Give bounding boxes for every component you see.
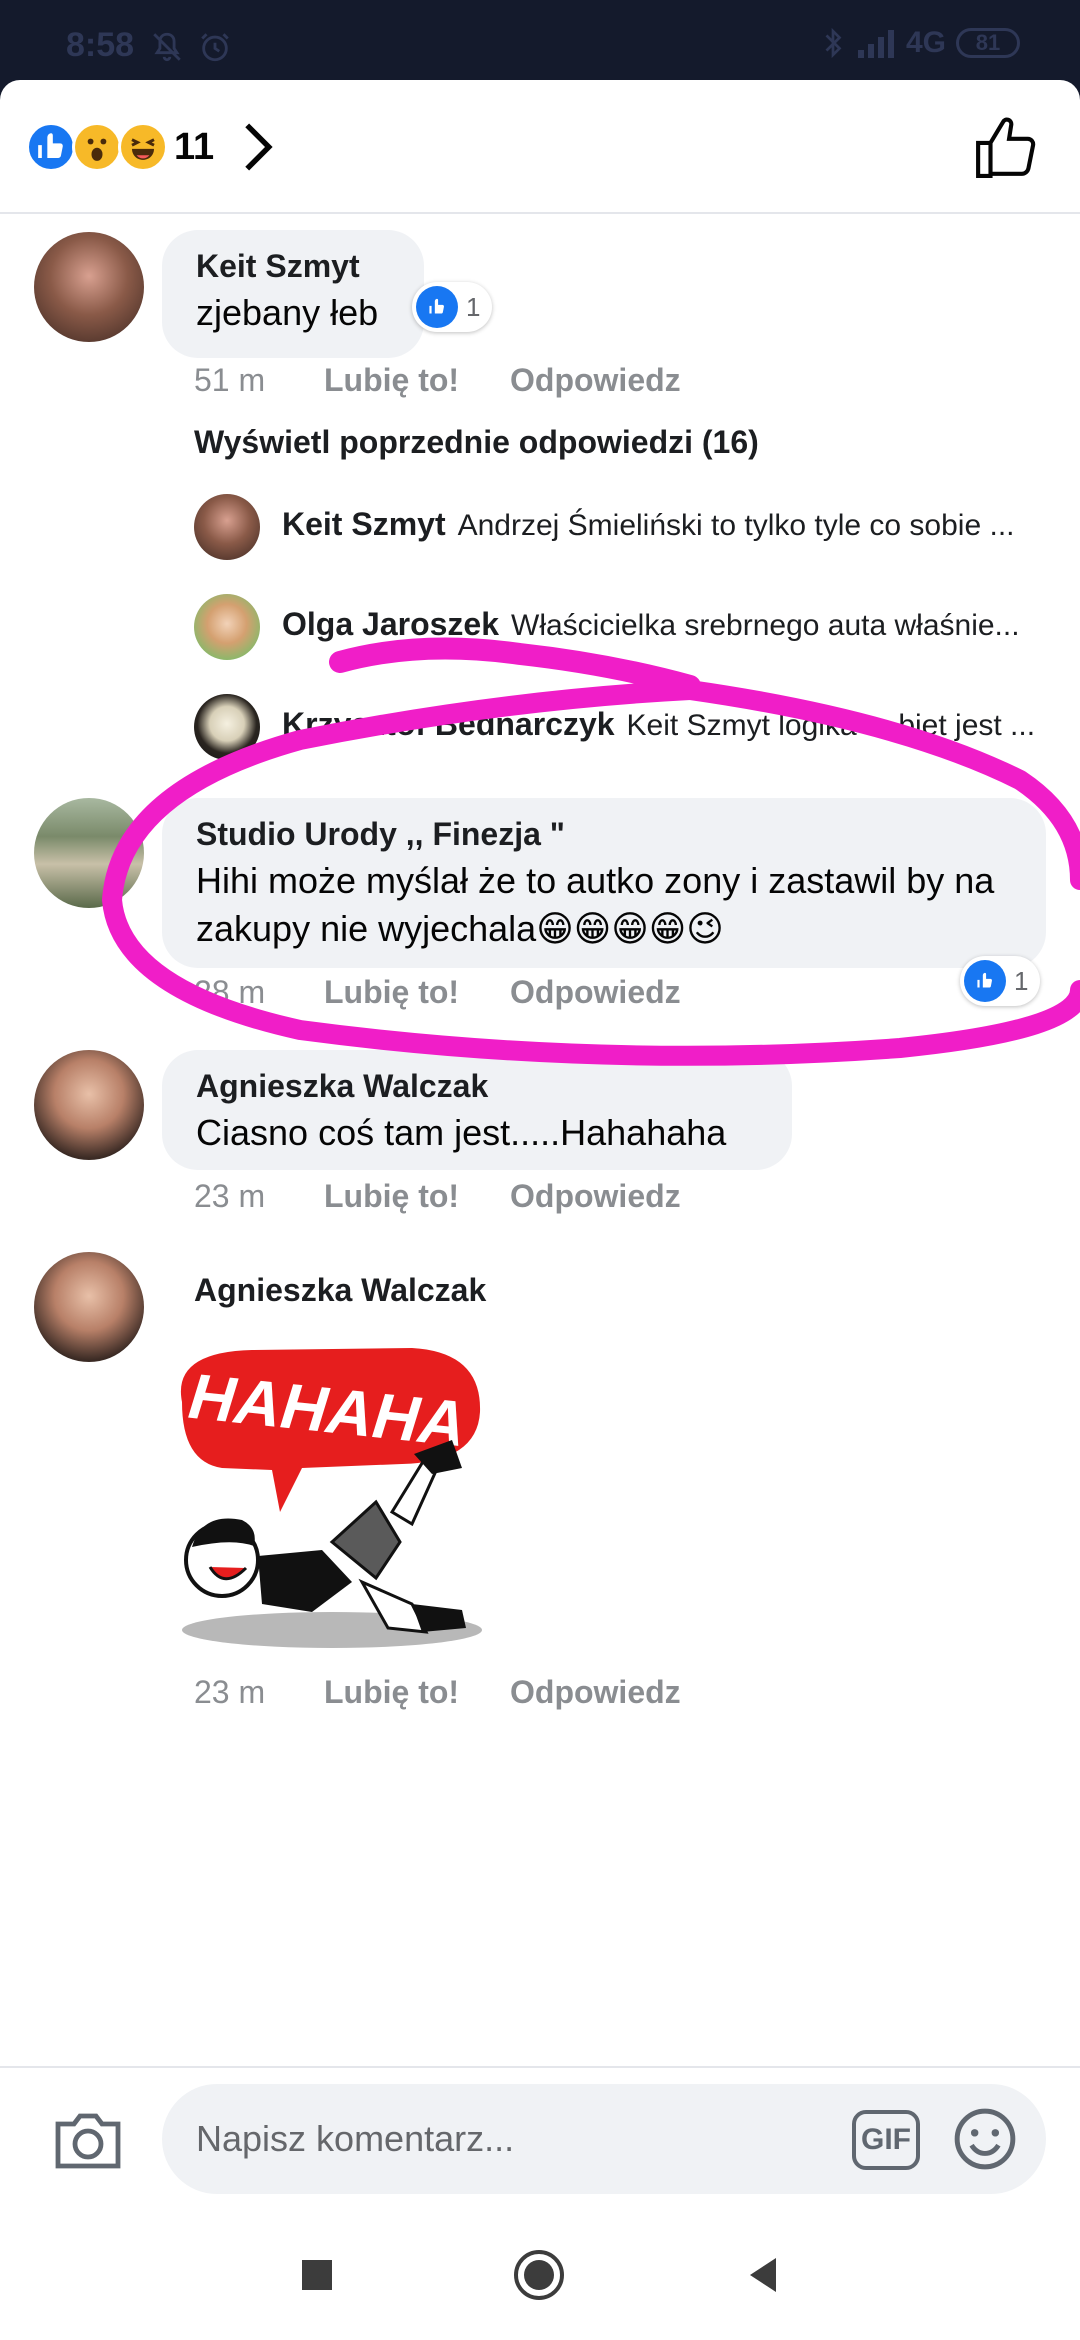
reply-preview: Olga Jaroszek Właścicielka srebrnego auta… bbox=[282, 606, 1042, 643]
comment-like-badge[interactable]: 1 bbox=[412, 282, 493, 332]
recents-button[interactable] bbox=[292, 2250, 342, 2300]
comment-time: 28 m bbox=[194, 974, 266, 1010]
emoji-icon[interactable] bbox=[952, 2106, 1018, 2172]
avatar[interactable] bbox=[194, 494, 260, 560]
battery-level: 81 bbox=[975, 30, 1001, 55]
avatar[interactable] bbox=[194, 694, 260, 760]
comment-meta: 28 m Lubię to! Odpowiedz bbox=[194, 974, 681, 1011]
back-button[interactable] bbox=[738, 2250, 788, 2300]
reactions-count: 11 bbox=[174, 126, 215, 168]
comment-author[interactable]: Studio Urody ,, Finezja " bbox=[196, 816, 1012, 853]
battery-indicator: 81 bbox=[956, 28, 1020, 58]
comment-like-button[interactable]: Lubię to! bbox=[324, 974, 510, 1011]
view-previous-replies-link[interactable]: Wyświetl poprzednie odpowiedzi (16) bbox=[194, 424, 759, 461]
avatar[interactable] bbox=[194, 594, 260, 660]
network-type: 4G bbox=[905, 26, 946, 59]
comment-time: 51 m bbox=[194, 362, 266, 398]
reply-author[interactable]: Keit Szmyt bbox=[282, 506, 446, 542]
bluetooth-icon bbox=[825, 27, 842, 59]
comment-reply-button[interactable]: Odpowiedz bbox=[510, 1178, 681, 1215]
reply-text: Andrzej Śmieliński to tylko tyle co sobi… bbox=[457, 509, 1015, 542]
comment-like-badge[interactable]: 1 bbox=[960, 956, 1041, 1006]
wow-reaction-icon bbox=[72, 122, 122, 172]
comment-text: Ciasno coś tam jest.....Hahahaha bbox=[196, 1112, 727, 1153]
comment-reply-button[interactable]: Odpowiedz bbox=[510, 974, 681, 1011]
avatar[interactable] bbox=[34, 232, 144, 342]
reply-preview: Keit Szmyt Andrzej Śmieliński to tylko ty… bbox=[282, 506, 1042, 543]
alarm-icon bbox=[201, 33, 229, 62]
comment-bubble: Agnieszka Walczak Ciasno coś tam jest...… bbox=[162, 1050, 792, 1170]
like-reaction-icon bbox=[416, 286, 458, 328]
status-right: 4G 81 bbox=[820, 26, 1020, 60]
comment-input-wrapper[interactable]: GIF bbox=[162, 2084, 1046, 2194]
haha-reaction-icon bbox=[118, 122, 168, 172]
comment-meta: 23 m Lubię to! Odpowiedz bbox=[194, 1674, 681, 1711]
haha-sticker[interactable]: HAHAHA bbox=[162, 1342, 492, 1652]
comment-like-button[interactable]: Lubię to! bbox=[324, 1674, 510, 1711]
comment-input[interactable] bbox=[196, 2112, 836, 2166]
comment-author[interactable]: Agnieszka Walczak bbox=[196, 1068, 758, 1105]
reply-text: Właścicielka srebrnego auta właśnie... bbox=[511, 609, 1020, 642]
like-reaction-icon bbox=[964, 960, 1006, 1002]
comment-meta: 51 m Lubię to! Odpowiedz bbox=[194, 362, 681, 399]
comment-composer: GIF bbox=[0, 2066, 1080, 2210]
signal-icon bbox=[857, 30, 894, 58]
camera-icon[interactable] bbox=[52, 2108, 124, 2172]
comment-meta: 23 m Lubię to! Odpowiedz bbox=[194, 1178, 681, 1215]
like-count: 1 bbox=[466, 291, 481, 322]
comment-reply-button[interactable]: Odpowiedz bbox=[510, 362, 681, 399]
reply-row[interactable]: Krzysztof Bednarczyk Keit Szmyt logika to… bbox=[194, 694, 1044, 760]
reply-text: Keit Szmyt logika to biet jest ... bbox=[626, 709, 1036, 742]
reactions-bar[interactable]: 11 bbox=[0, 80, 1080, 214]
comment-author[interactable]: Keit Szmyt bbox=[196, 248, 390, 285]
comment-reply-button[interactable]: Odpowiedz bbox=[510, 1674, 681, 1711]
avatar[interactable] bbox=[34, 1050, 144, 1160]
comment-text: Hihi może myślał że to autko zony i zast… bbox=[196, 860, 995, 949]
reply-row[interactable]: Keit Szmyt Andrzej Śmieliński to tylko ty… bbox=[194, 494, 1044, 560]
comment-time: 23 m bbox=[194, 1674, 266, 1710]
notifications-off-icon bbox=[153, 32, 181, 62]
comments-sheet: 11 Keit Szmyt zjebany łeb 1 51 m Lubię t… bbox=[0, 80, 1080, 2210]
reply-author[interactable]: Olga Jaroszek bbox=[282, 606, 499, 642]
reply-author[interactable]: Krzysztof Bednarczyk bbox=[282, 706, 615, 742]
like-count: 1 bbox=[1014, 965, 1029, 996]
status-bar: 8:58 4G 81 bbox=[0, 0, 1080, 80]
comment-author[interactable]: Agnieszka Walczak bbox=[194, 1272, 486, 1309]
reply-preview: Krzysztof Bednarczyk Keit Szmyt logika to… bbox=[282, 706, 1042, 743]
avatar[interactable] bbox=[34, 1252, 144, 1362]
reply-row[interactable]: Olga Jaroszek Właścicielka srebrnego auta… bbox=[194, 594, 1044, 660]
status-time: 8:58 bbox=[66, 26, 135, 64]
like-post-button[interactable] bbox=[974, 114, 1040, 180]
home-button[interactable] bbox=[512, 2248, 566, 2302]
avatar[interactable] bbox=[34, 798, 144, 908]
system-nav-bar bbox=[0, 2210, 1080, 2340]
comment-like-button[interactable]: Lubię to! bbox=[324, 362, 510, 399]
chevron-right-icon[interactable] bbox=[240, 120, 276, 174]
comment-bubble: Keit Szmyt zjebany łeb bbox=[162, 230, 424, 358]
gif-button[interactable]: GIF bbox=[852, 2110, 920, 2170]
comment-text: zjebany łeb bbox=[196, 292, 379, 333]
like-reaction-icon bbox=[26, 122, 76, 172]
comment-like-button[interactable]: Lubię to! bbox=[324, 1178, 510, 1215]
comment-bubble: Studio Urody ,, Finezja " Hihi może myśl… bbox=[162, 798, 1046, 968]
comment-time: 23 m bbox=[194, 1178, 266, 1214]
